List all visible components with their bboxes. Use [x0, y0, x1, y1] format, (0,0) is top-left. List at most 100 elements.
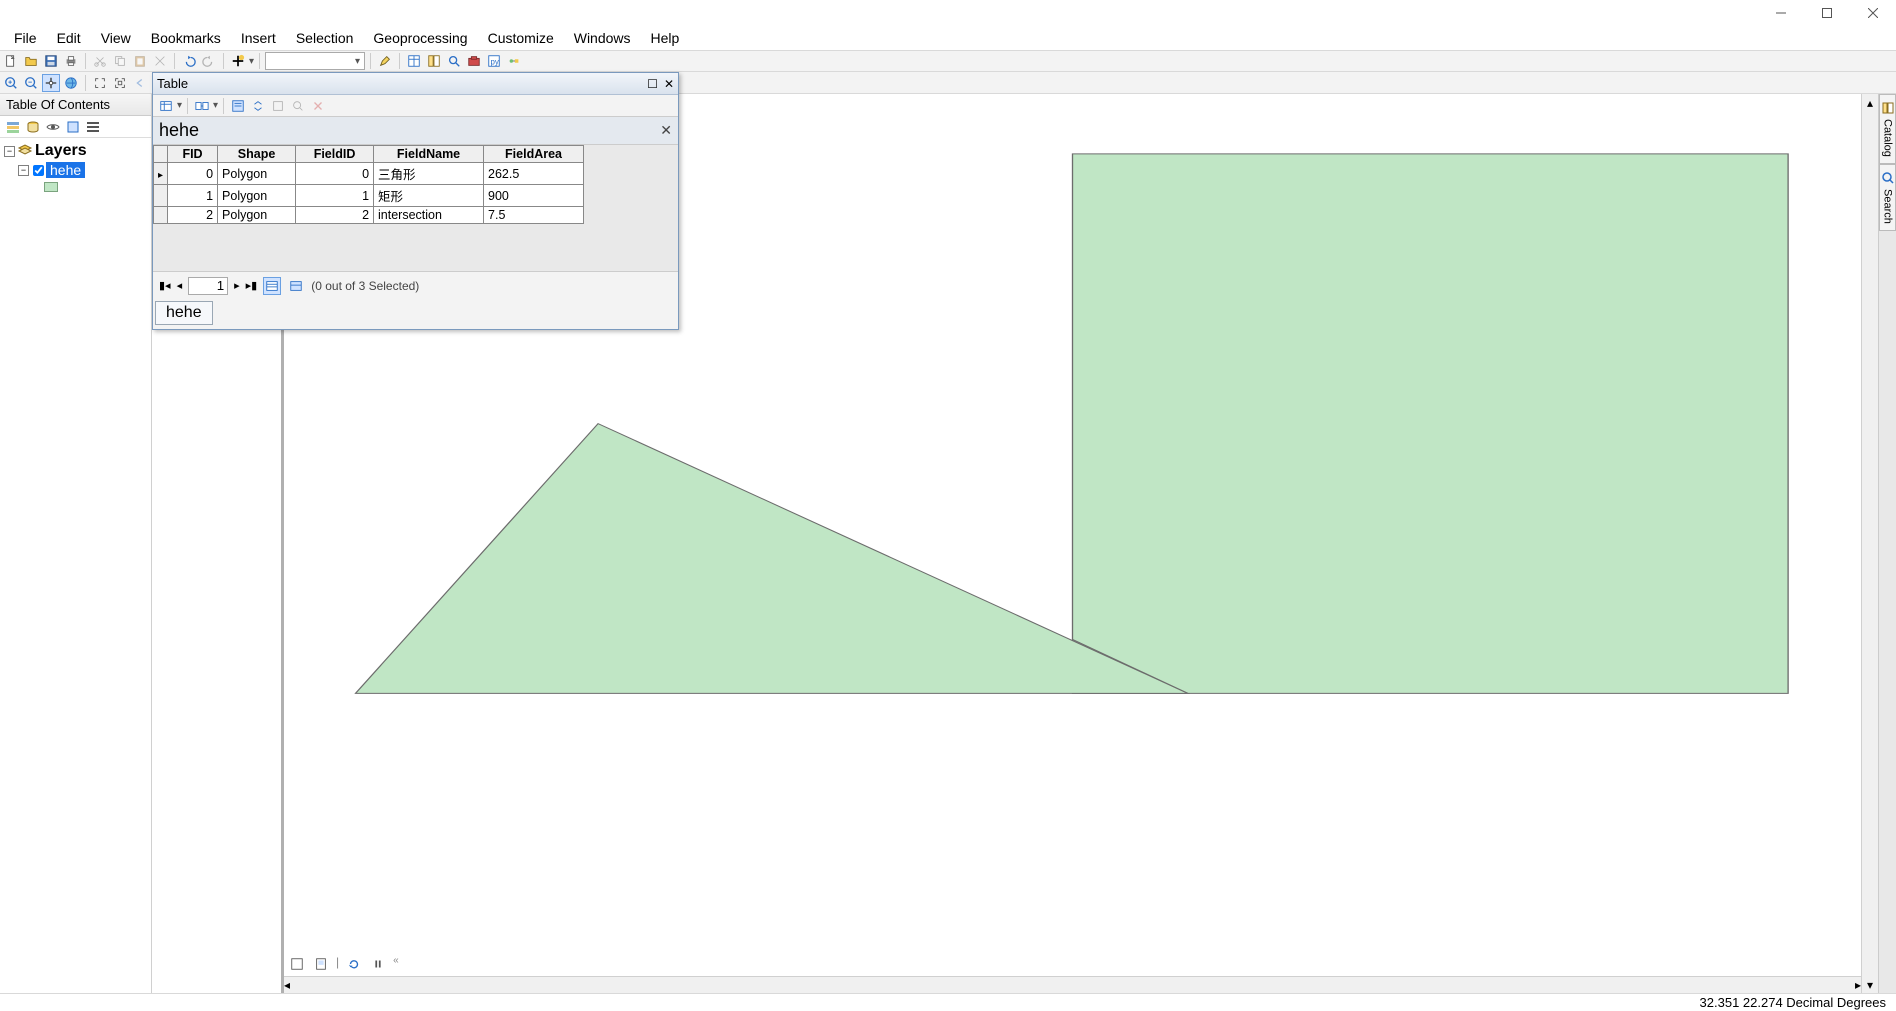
- row-header[interactable]: [154, 185, 168, 207]
- cell[interactable]: 900: [484, 185, 584, 207]
- cell[interactable]: 0: [296, 163, 374, 185]
- nav-prev-icon[interactable]: ◂: [177, 279, 183, 292]
- layout-view-icon[interactable]: [312, 955, 330, 973]
- clear-selection-icon[interactable]: [269, 97, 287, 115]
- cell[interactable]: Polygon: [218, 163, 296, 185]
- table-row[interactable]: 2Polygon2intersection7.5: [154, 207, 584, 224]
- scroll-down-icon[interactable]: ▾: [1862, 976, 1878, 993]
- new-document-icon[interactable]: [2, 52, 20, 70]
- dock-tab-catalog[interactable]: Catalog: [1879, 94, 1896, 164]
- attribute-table-tab[interactable]: hehe: [155, 301, 213, 325]
- row-header[interactable]: ▸: [154, 163, 168, 185]
- table-window-icon[interactable]: [405, 52, 423, 70]
- zoom-in-icon[interactable]: [2, 74, 20, 92]
- toc-layer-row[interactable]: − hehe: [4, 162, 147, 178]
- map-scale-combo[interactable]: ▾: [265, 52, 365, 70]
- back-extent-icon[interactable]: [131, 74, 149, 92]
- window-close-button[interactable]: [1850, 0, 1896, 26]
- switch-selection-icon[interactable]: [249, 97, 267, 115]
- add-data-icon[interactable]: [229, 52, 247, 70]
- list-by-visibility-icon[interactable]: [44, 118, 62, 136]
- related-tables-dropdown-icon[interactable]: ▾: [213, 100, 218, 111]
- cell[interactable]: 262.5: [484, 163, 584, 185]
- toc-options-icon[interactable]: [84, 118, 102, 136]
- menu-windows[interactable]: Windows: [564, 27, 641, 49]
- related-tables-icon[interactable]: [193, 97, 211, 115]
- menu-selection[interactable]: Selection: [286, 27, 364, 49]
- table-options-dropdown-icon[interactable]: ▾: [177, 100, 182, 111]
- undo-icon[interactable]: [180, 52, 198, 70]
- modelbuilder-icon[interactable]: [505, 52, 523, 70]
- nav-last-icon[interactable]: ▸▮: [246, 279, 258, 292]
- pan-icon[interactable]: [42, 74, 60, 92]
- dock-tab-search[interactable]: Search: [1879, 164, 1896, 231]
- attribute-table-layer-close-icon[interactable]: ✕: [660, 122, 672, 139]
- column-header[interactable]: FieldID: [296, 146, 374, 163]
- cell[interactable]: 三角形: [374, 163, 484, 185]
- add-data-dropdown-icon[interactable]: ▾: [249, 56, 254, 67]
- cell[interactable]: 1: [168, 185, 218, 207]
- save-icon[interactable]: [42, 52, 60, 70]
- catalog-window-icon[interactable]: [425, 52, 443, 70]
- pause-drawing-icon[interactable]: [369, 955, 387, 973]
- menu-view[interactable]: View: [91, 27, 141, 49]
- search-window-icon[interactable]: [445, 52, 463, 70]
- layer-symbol-swatch[interactable]: [44, 182, 58, 192]
- window-maximize-button[interactable]: [1804, 0, 1850, 26]
- zoom-out-icon[interactable]: [22, 74, 40, 92]
- cell[interactable]: 2: [296, 207, 374, 224]
- attribute-table-close-icon[interactable]: ✕: [664, 77, 674, 91]
- table-options-icon[interactable]: [157, 97, 175, 115]
- print-icon[interactable]: [62, 52, 80, 70]
- attribute-table-restore-icon[interactable]: ☐: [647, 77, 658, 91]
- menu-insert[interactable]: Insert: [231, 27, 286, 49]
- cell[interactable]: 0: [168, 163, 218, 185]
- copy-icon[interactable]: [111, 52, 129, 70]
- column-header[interactable]: FieldArea: [484, 146, 584, 163]
- scroll-track[interactable]: [1862, 111, 1878, 976]
- scroll-left-icon[interactable]: ◂: [284, 977, 290, 994]
- nav-record-input[interactable]: [188, 277, 228, 295]
- menu-file[interactable]: File: [4, 27, 47, 49]
- window-minimize-button[interactable]: [1758, 0, 1804, 26]
- menu-bookmarks[interactable]: Bookmarks: [141, 27, 231, 49]
- cell[interactable]: 矩形: [374, 185, 484, 207]
- arctoolbox-icon[interactable]: [465, 52, 483, 70]
- table-row[interactable]: 1Polygon1矩形900: [154, 185, 584, 207]
- cell[interactable]: Polygon: [218, 185, 296, 207]
- menu-edit[interactable]: Edit: [47, 27, 91, 49]
- list-by-drawing-order-icon[interactable]: [4, 118, 22, 136]
- column-header[interactable]: FID: [168, 146, 218, 163]
- open-icon[interactable]: [22, 52, 40, 70]
- map-vertical-scrollbar[interactable]: ▴ ▾: [1861, 94, 1878, 993]
- tree-collapse-icon[interactable]: −: [4, 146, 15, 157]
- cell[interactable]: 7.5: [484, 207, 584, 224]
- cell[interactable]: intersection: [374, 207, 484, 224]
- list-by-selection-icon[interactable]: [64, 118, 82, 136]
- cell[interactable]: 2: [168, 207, 218, 224]
- layer-name-label[interactable]: hehe: [46, 162, 85, 178]
- scroll-right-icon[interactable]: ▸: [1855, 977, 1861, 994]
- fixed-zoom-in-icon[interactable]: [91, 74, 109, 92]
- refresh-view-icon[interactable]: [345, 955, 363, 973]
- layer-visibility-checkbox[interactable]: [33, 165, 44, 176]
- menu-help[interactable]: Help: [641, 27, 690, 49]
- row-header[interactable]: [154, 207, 168, 224]
- column-header[interactable]: FieldName: [374, 146, 484, 163]
- cell[interactable]: Polygon: [218, 207, 296, 224]
- show-all-records-icon[interactable]: [263, 277, 281, 295]
- redo-icon[interactable]: [200, 52, 218, 70]
- select-by-attributes-icon[interactable]: [229, 97, 247, 115]
- attribute-table-titlebar[interactable]: Table ☐ ✕: [153, 73, 678, 95]
- menu-customize[interactable]: Customize: [478, 27, 564, 49]
- nav-first-icon[interactable]: ▮◂: [159, 279, 171, 292]
- view-chevron-icon[interactable]: «: [393, 955, 399, 973]
- zoom-selected-icon[interactable]: [289, 97, 307, 115]
- cell[interactable]: 1: [296, 185, 374, 207]
- cut-icon[interactable]: [91, 52, 109, 70]
- attribute-grid-table[interactable]: FIDShapeFieldIDFieldNameFieldArea ▸0Poly…: [153, 145, 584, 224]
- attribute-grid[interactable]: FIDShapeFieldIDFieldNameFieldArea ▸0Poly…: [153, 145, 678, 271]
- delete-selected-icon[interactable]: [309, 97, 327, 115]
- menu-geoprocessing[interactable]: Geoprocessing: [363, 27, 477, 49]
- paste-icon[interactable]: [131, 52, 149, 70]
